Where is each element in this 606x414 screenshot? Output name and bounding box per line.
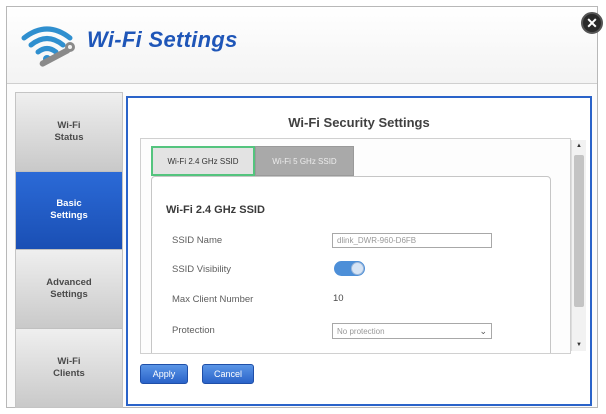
ssid-panel: Wi-Fi 2.4 GHz SSID SSID Name dlink_DWR-9… bbox=[151, 176, 551, 353]
sidebar-item-label: Advanced bbox=[46, 276, 92, 288]
protection-value: No protection bbox=[337, 326, 385, 336]
sidebar-item-label: Clients bbox=[53, 367, 85, 379]
cancel-button[interactable]: Cancel bbox=[202, 364, 254, 384]
sidebar-item-label: Basic bbox=[56, 198, 82, 210]
chevron-down-icon: ⌄ bbox=[479, 325, 487, 336]
settings-content: Wi-Fi 2.4 GHz SSID Wi-Fi 5 GHz SSID Wi-F… bbox=[140, 138, 571, 354]
ssid-name-value: dlink_DWR-960-D6FB bbox=[337, 236, 417, 245]
ssid-heading: Wi-Fi 2.4 GHz SSID bbox=[166, 204, 265, 216]
sidebar-item-basic-settings[interactable]: Basic Settings bbox=[16, 171, 122, 250]
max-client-value: 10 bbox=[333, 293, 344, 304]
scroll-down-arrow-icon[interactable]: ▼ bbox=[572, 339, 586, 351]
sidebar-item-label: Status bbox=[54, 131, 84, 143]
sidebar-item-wifi-status[interactable]: Wi-Fi Status bbox=[16, 93, 122, 172]
header: Wi-Fi Settings bbox=[7, 7, 597, 84]
ssid-visibility-label: SSID Visibility bbox=[172, 264, 231, 275]
apply-button[interactable]: Apply bbox=[140, 364, 188, 384]
sidebar-item-wifi-clients[interactable]: Wi-Fi Clients bbox=[16, 328, 122, 407]
page-title: Wi-Fi Settings bbox=[87, 27, 238, 52]
sidebar-item-label: Wi-Fi bbox=[57, 355, 81, 367]
sidebar-item-advanced-settings[interactable]: Advanced Settings bbox=[16, 250, 122, 329]
sidebar-item-label: Settings bbox=[50, 210, 88, 222]
protection-select[interactable]: No protection ⌄ bbox=[332, 323, 492, 339]
ssid-name-label: SSID Name bbox=[172, 235, 223, 246]
wifi-settings-window: Wi-Fi Settings ✕ Wi-Fi Status Basic Sett… bbox=[6, 6, 603, 408]
tab-wifi-24ghz[interactable]: Wi-Fi 2.4 GHz SSID bbox=[151, 146, 255, 176]
scroll-thumb[interactable] bbox=[574, 155, 584, 307]
protection-label: Protection bbox=[172, 325, 215, 336]
sidebar: Wi-Fi Status Basic Settings Advanced Set… bbox=[15, 92, 123, 408]
sidebar-item-label: Wi-Fi bbox=[57, 119, 81, 131]
tab-wifi-5ghz[interactable]: Wi-Fi 5 GHz SSID bbox=[255, 146, 354, 176]
close-button[interactable]: ✕ bbox=[581, 12, 603, 34]
scrollbar[interactable]: ▲ ▼ bbox=[571, 140, 586, 351]
close-icon: ✕ bbox=[586, 15, 598, 31]
sidebar-item-label: Settings bbox=[50, 288, 88, 300]
ssid-name-input[interactable]: dlink_DWR-960-D6FB bbox=[332, 233, 492, 248]
max-client-label: Max Client Number bbox=[172, 294, 254, 305]
scroll-up-arrow-icon[interactable]: ▲ bbox=[572, 140, 586, 152]
section-title: Wi-Fi Security Settings bbox=[288, 115, 430, 130]
ssid-visibility-toggle[interactable] bbox=[334, 261, 365, 276]
wifi-wrench-icon bbox=[21, 26, 75, 67]
main-panel: Wi-Fi Security Settings Wi-Fi 2.4 GHz SS… bbox=[126, 96, 592, 406]
